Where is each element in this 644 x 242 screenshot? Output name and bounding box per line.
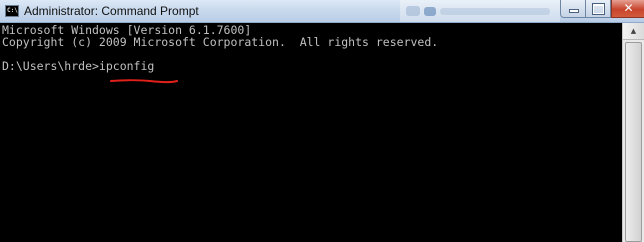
- console-line-copyright: Copyright (c) 2009 Microsoft Corporation…: [2, 35, 439, 49]
- red-underline-annotation: [110, 79, 178, 84]
- command-prompt-window: C:\ Administrator: Command Prompt ✕ Micr…: [0, 0, 644, 242]
- cmd-icon[interactable]: C:\: [5, 5, 19, 17]
- scrollbar-thumb[interactable]: [625, 42, 642, 242]
- scroll-up-arrow-icon[interactable]: ▲: [623, 23, 644, 40]
- minimize-button[interactable]: [560, 0, 586, 18]
- console-line-command: D:\Users\hrde>ipconfig: [2, 59, 155, 73]
- window-title: Administrator: Command Prompt: [24, 4, 199, 18]
- background-window-blur: [400, 0, 560, 22]
- maximize-icon: [593, 4, 604, 14]
- console-output[interactable]: Microsoft Windows [Version 6.1.7600] Cop…: [0, 23, 622, 242]
- close-button[interactable]: ✕: [611, 0, 644, 18]
- vertical-scrollbar[interactable]: ▲: [622, 23, 644, 242]
- maximize-button[interactable]: [586, 0, 611, 18]
- close-icon: ✕: [623, 1, 634, 15]
- title-bar[interactable]: C:\ Administrator: Command Prompt ✕: [0, 0, 644, 23]
- minimize-icon: [570, 10, 578, 12]
